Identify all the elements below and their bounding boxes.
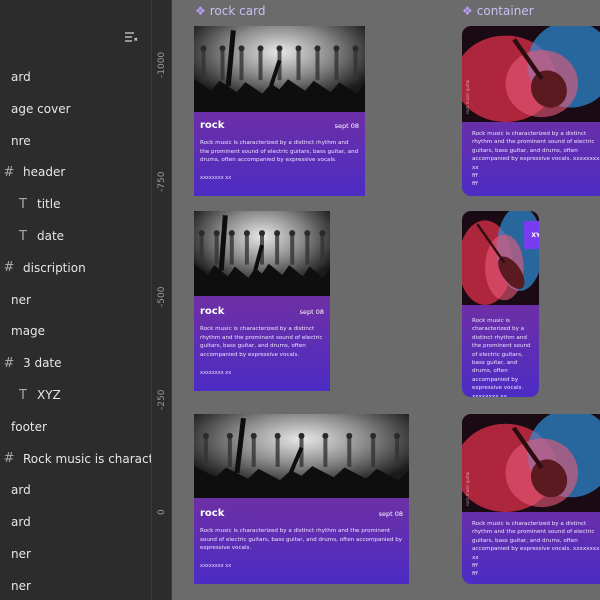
concert-photo bbox=[194, 414, 409, 498]
guitar-smoke-photo bbox=[462, 26, 600, 122]
layer-row[interactable]: #ner bbox=[0, 575, 31, 597]
card-date: sept 08 bbox=[378, 509, 403, 518]
card-description: Rock music is characterized by a distinc… bbox=[200, 140, 359, 164]
card-description: Rock music is characterized by a distinc… bbox=[200, 528, 403, 552]
layer-row[interactable]: #ard bbox=[0, 511, 31, 533]
concert-photo bbox=[194, 211, 330, 296]
rock-card-frame-label[interactable]: ❖ rock card bbox=[195, 4, 265, 18]
layer-label: ard bbox=[11, 515, 31, 530]
layer-label: 3 date bbox=[23, 356, 62, 371]
layer-row[interactable]: T XYZ bbox=[16, 384, 61, 406]
layers-panel: #ard▨age cover#nre#headerTtitleTdate#dis… bbox=[0, 0, 152, 600]
container-card[interactable]: rock music guitar Rock music is characte… bbox=[462, 26, 600, 196]
xyz-badge: XYZ bbox=[524, 221, 539, 249]
layer-label: mage bbox=[11, 324, 46, 339]
container-frame-label[interactable]: ❖ container bbox=[462, 4, 534, 18]
card-description: Rock music is characterized by a distinc… bbox=[472, 521, 600, 578]
frame-icon: # bbox=[3, 164, 15, 180]
side-caption: rock music guitar bbox=[465, 471, 470, 506]
layer-row[interactable]: # Rock music is characterized bbox=[2, 448, 151, 470]
ruler-tick: -250 bbox=[157, 389, 167, 410]
rock-card[interactable]: rock sept 08 Rock music is characterized… bbox=[194, 26, 365, 196]
design-canvas[interactable]: ❖ rock card ❖ container rock sept 08 Roc… bbox=[173, 0, 600, 600]
layer-row[interactable]: Tdate bbox=[16, 225, 64, 247]
component-icon: ❖ bbox=[195, 4, 206, 18]
card-description: Rock music is characterized by a distinc… bbox=[472, 131, 600, 188]
card-header: rock sept 08 bbox=[200, 306, 324, 317]
layer-row[interactable]: ▨age cover bbox=[0, 98, 71, 120]
text-icon: T bbox=[19, 387, 27, 403]
layer-label: ner bbox=[11, 292, 31, 307]
card-title: rock bbox=[200, 508, 225, 519]
card-header: rock sept 08 bbox=[200, 120, 359, 131]
text-icon: T bbox=[19, 196, 27, 212]
ruler-tick: -750 bbox=[157, 171, 167, 192]
frame-icon: # bbox=[3, 355, 15, 371]
card-footer: xxxxxxxx xx bbox=[200, 369, 232, 376]
container-card[interactable]: rock music guitar Rock music is characte… bbox=[462, 414, 600, 584]
guitar-smoke-photo bbox=[462, 414, 600, 512]
card-body: rock sept 08 Rock music is characterized… bbox=[194, 296, 330, 391]
frame-icon: # bbox=[3, 260, 15, 276]
layer-label: ner bbox=[11, 578, 31, 593]
layer-label: ard bbox=[11, 70, 31, 84]
ruler-tick: -500 bbox=[157, 286, 167, 307]
layer-row[interactable]: ▨mage bbox=[0, 320, 45, 342]
layer-row[interactable]: # discription bbox=[2, 257, 86, 279]
card-footer: xxxxxxxx xx bbox=[200, 562, 232, 569]
card-date: sept 08 bbox=[334, 121, 359, 130]
ruler-tick: 0 bbox=[157, 509, 167, 515]
layer-label: age cover bbox=[11, 101, 71, 116]
card-title: rock bbox=[200, 306, 225, 317]
layer-label: date bbox=[37, 229, 65, 243]
layer-label: title bbox=[37, 197, 61, 212]
layer-row[interactable]: # header bbox=[2, 161, 66, 183]
component-icon: ❖ bbox=[462, 4, 473, 18]
layer-row[interactable]: Ttitle bbox=[16, 193, 60, 215]
ruler-tick: -1000 bbox=[157, 51, 167, 78]
card-date: sept 08 bbox=[299, 307, 324, 316]
layer-row[interactable]: #ner bbox=[0, 543, 31, 565]
layer-label: discription bbox=[23, 260, 86, 275]
rock-card[interactable]: rock sept 08 Rock music is characterized… bbox=[194, 414, 409, 584]
card-title: rock bbox=[200, 120, 225, 131]
rock-card[interactable]: rock sept 08 Rock music is characterized… bbox=[194, 211, 330, 391]
card-header: rock sept 08 bbox=[200, 508, 403, 519]
frame-icon: # bbox=[3, 451, 15, 467]
layer-label: ner bbox=[11, 547, 31, 561]
layer-row[interactable]: #ner bbox=[0, 289, 31, 311]
layer-row[interactable]: #nre bbox=[0, 130, 31, 152]
layer-row[interactable]: #ard bbox=[0, 479, 31, 501]
layer-row[interactable]: #3 date bbox=[2, 352, 62, 374]
card-body: rock sept 08 Rock music is characterized… bbox=[194, 498, 409, 584]
layer-row[interactable]: #ard bbox=[0, 66, 31, 88]
layer-label: XYZ bbox=[37, 388, 61, 402]
concert-photo bbox=[194, 26, 365, 112]
layer-label: Rock music is characterized bbox=[23, 451, 151, 466]
layer-label: ard bbox=[11, 483, 31, 498]
card-body: rock sept 08 Rock music is characterized… bbox=[194, 112, 365, 196]
vertical-ruler: -1000 -750 -500 -250 0 bbox=[152, 0, 172, 600]
card-footer: xxxxxxxx xx bbox=[200, 174, 232, 181]
container-card[interactable]: XYZ Rock music is characterized by a dis… bbox=[462, 211, 539, 397]
side-caption: rock music guitar bbox=[465, 79, 470, 114]
design-editor: #ard▨age cover#nre#headerTtitleTdate#dis… bbox=[0, 0, 600, 600]
layer-label: nre bbox=[11, 133, 31, 148]
card-description: Rock music is characterized by a distinc… bbox=[200, 326, 323, 358]
layer-row[interactable]: #footer bbox=[0, 416, 47, 438]
card-description: Rock music is characterized by a distinc… bbox=[472, 318, 531, 397]
sort-layers-icon[interactable] bbox=[123, 29, 139, 45]
layer-label: footer bbox=[11, 419, 47, 434]
layer-label: header bbox=[23, 165, 66, 180]
text-icon: T bbox=[19, 228, 27, 244]
